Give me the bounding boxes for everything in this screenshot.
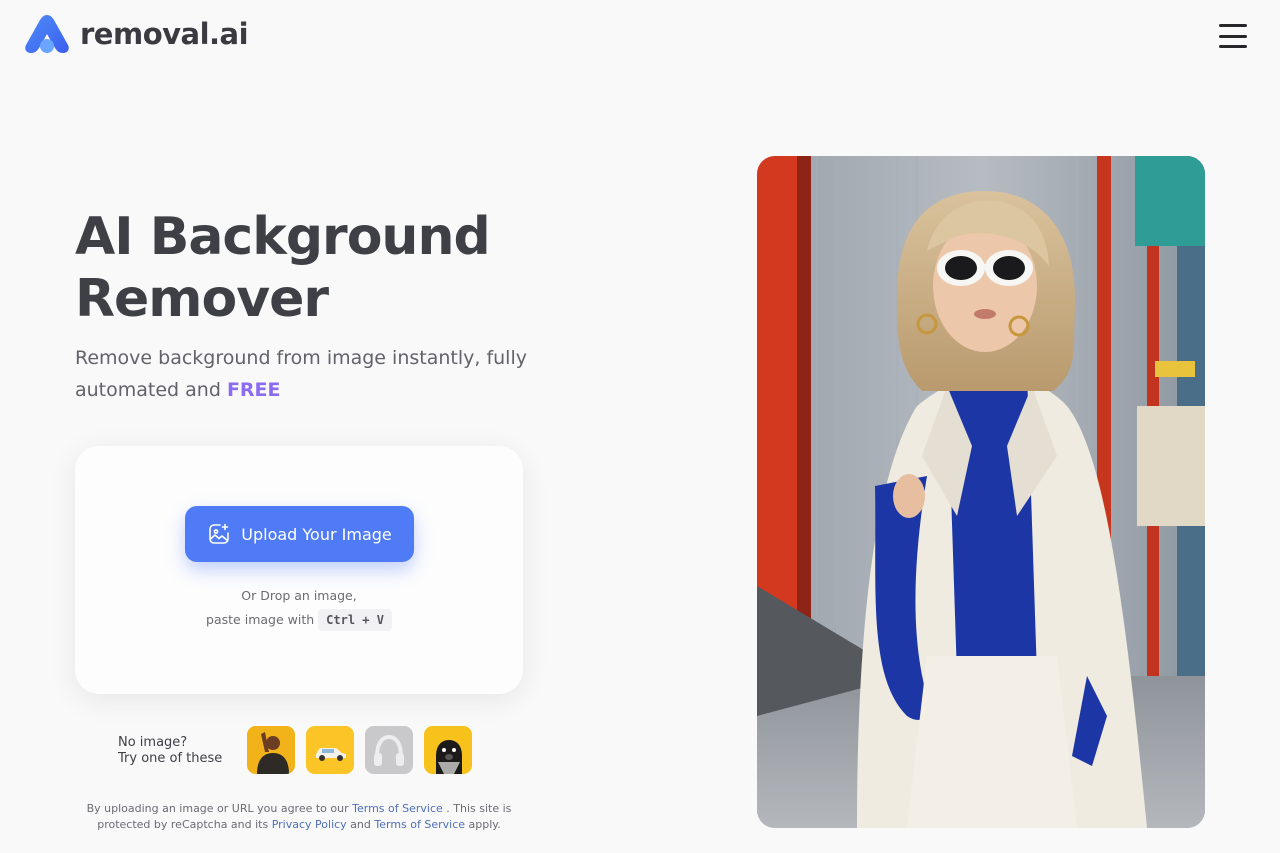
samples-line-2: Try one of these: [118, 751, 223, 766]
paste-shortcut: Ctrl + V: [318, 609, 392, 631]
car-sample-image: [306, 726, 354, 774]
upload-button-label: Upload Your Image: [241, 524, 392, 544]
hamburger-icon-bar: [1219, 45, 1247, 48]
free-badge: FREE: [226, 379, 281, 401]
legal-notice: By uploading an image or URL you agree t…: [75, 801, 523, 833]
hero-photo-illustration: [757, 156, 1205, 828]
brand-logo[interactable]: removal.ai: [24, 13, 249, 55]
legal-text-4: apply.: [465, 818, 501, 831]
sample-headphones-thumbnail[interactable]: [365, 726, 413, 774]
brand-name: removal.ai: [80, 17, 249, 51]
samples-line-1: No image?: [118, 735, 188, 750]
hamburger-icon-bar: [1219, 24, 1247, 27]
person-sample-image: [247, 726, 295, 774]
upload-dropzone[interactable]: Upload Your Image Or Drop an image, past…: [75, 446, 523, 694]
logo-mark-icon: [25, 15, 69, 53]
image-sparkle-icon: [209, 523, 230, 544]
sample-person-thumbnail[interactable]: [247, 726, 295, 774]
sample-car-thumbnail[interactable]: [306, 726, 354, 774]
samples-label: No image? Try one of these: [118, 735, 222, 767]
terms-of-service-link-2[interactable]: Terms of Service: [374, 818, 465, 831]
subtitle-text: Remove background from image instantly, …: [75, 347, 527, 401]
paste-label: paste image with: [206, 612, 315, 627]
drop-line-1: Or Drop an image,: [241, 588, 357, 603]
dog-sample-image: [424, 726, 472, 774]
sample-dog-thumbnail[interactable]: [424, 726, 472, 774]
page-subtitle: Remove background from image instantly, …: [75, 342, 545, 406]
headphones-sample-image: [365, 726, 413, 774]
terms-of-service-link[interactable]: Terms of Service: [352, 802, 443, 815]
legal-text-3: and: [346, 818, 375, 831]
drop-line-2: paste image with Ctrl + V: [75, 608, 523, 632]
hero-image: [757, 156, 1205, 828]
menu-button[interactable]: [1219, 24, 1247, 48]
page-title: AI Background Remover: [75, 207, 491, 329]
legal-text-1: By uploading an image or URL you agree t…: [86, 802, 353, 815]
drop-instructions: Or Drop an image, paste image with Ctrl …: [75, 584, 523, 632]
upload-image-button[interactable]: Upload Your Image: [185, 506, 414, 562]
hamburger-icon-bar: [1219, 34, 1247, 38]
privacy-policy-link[interactable]: Privacy Policy: [272, 818, 347, 831]
